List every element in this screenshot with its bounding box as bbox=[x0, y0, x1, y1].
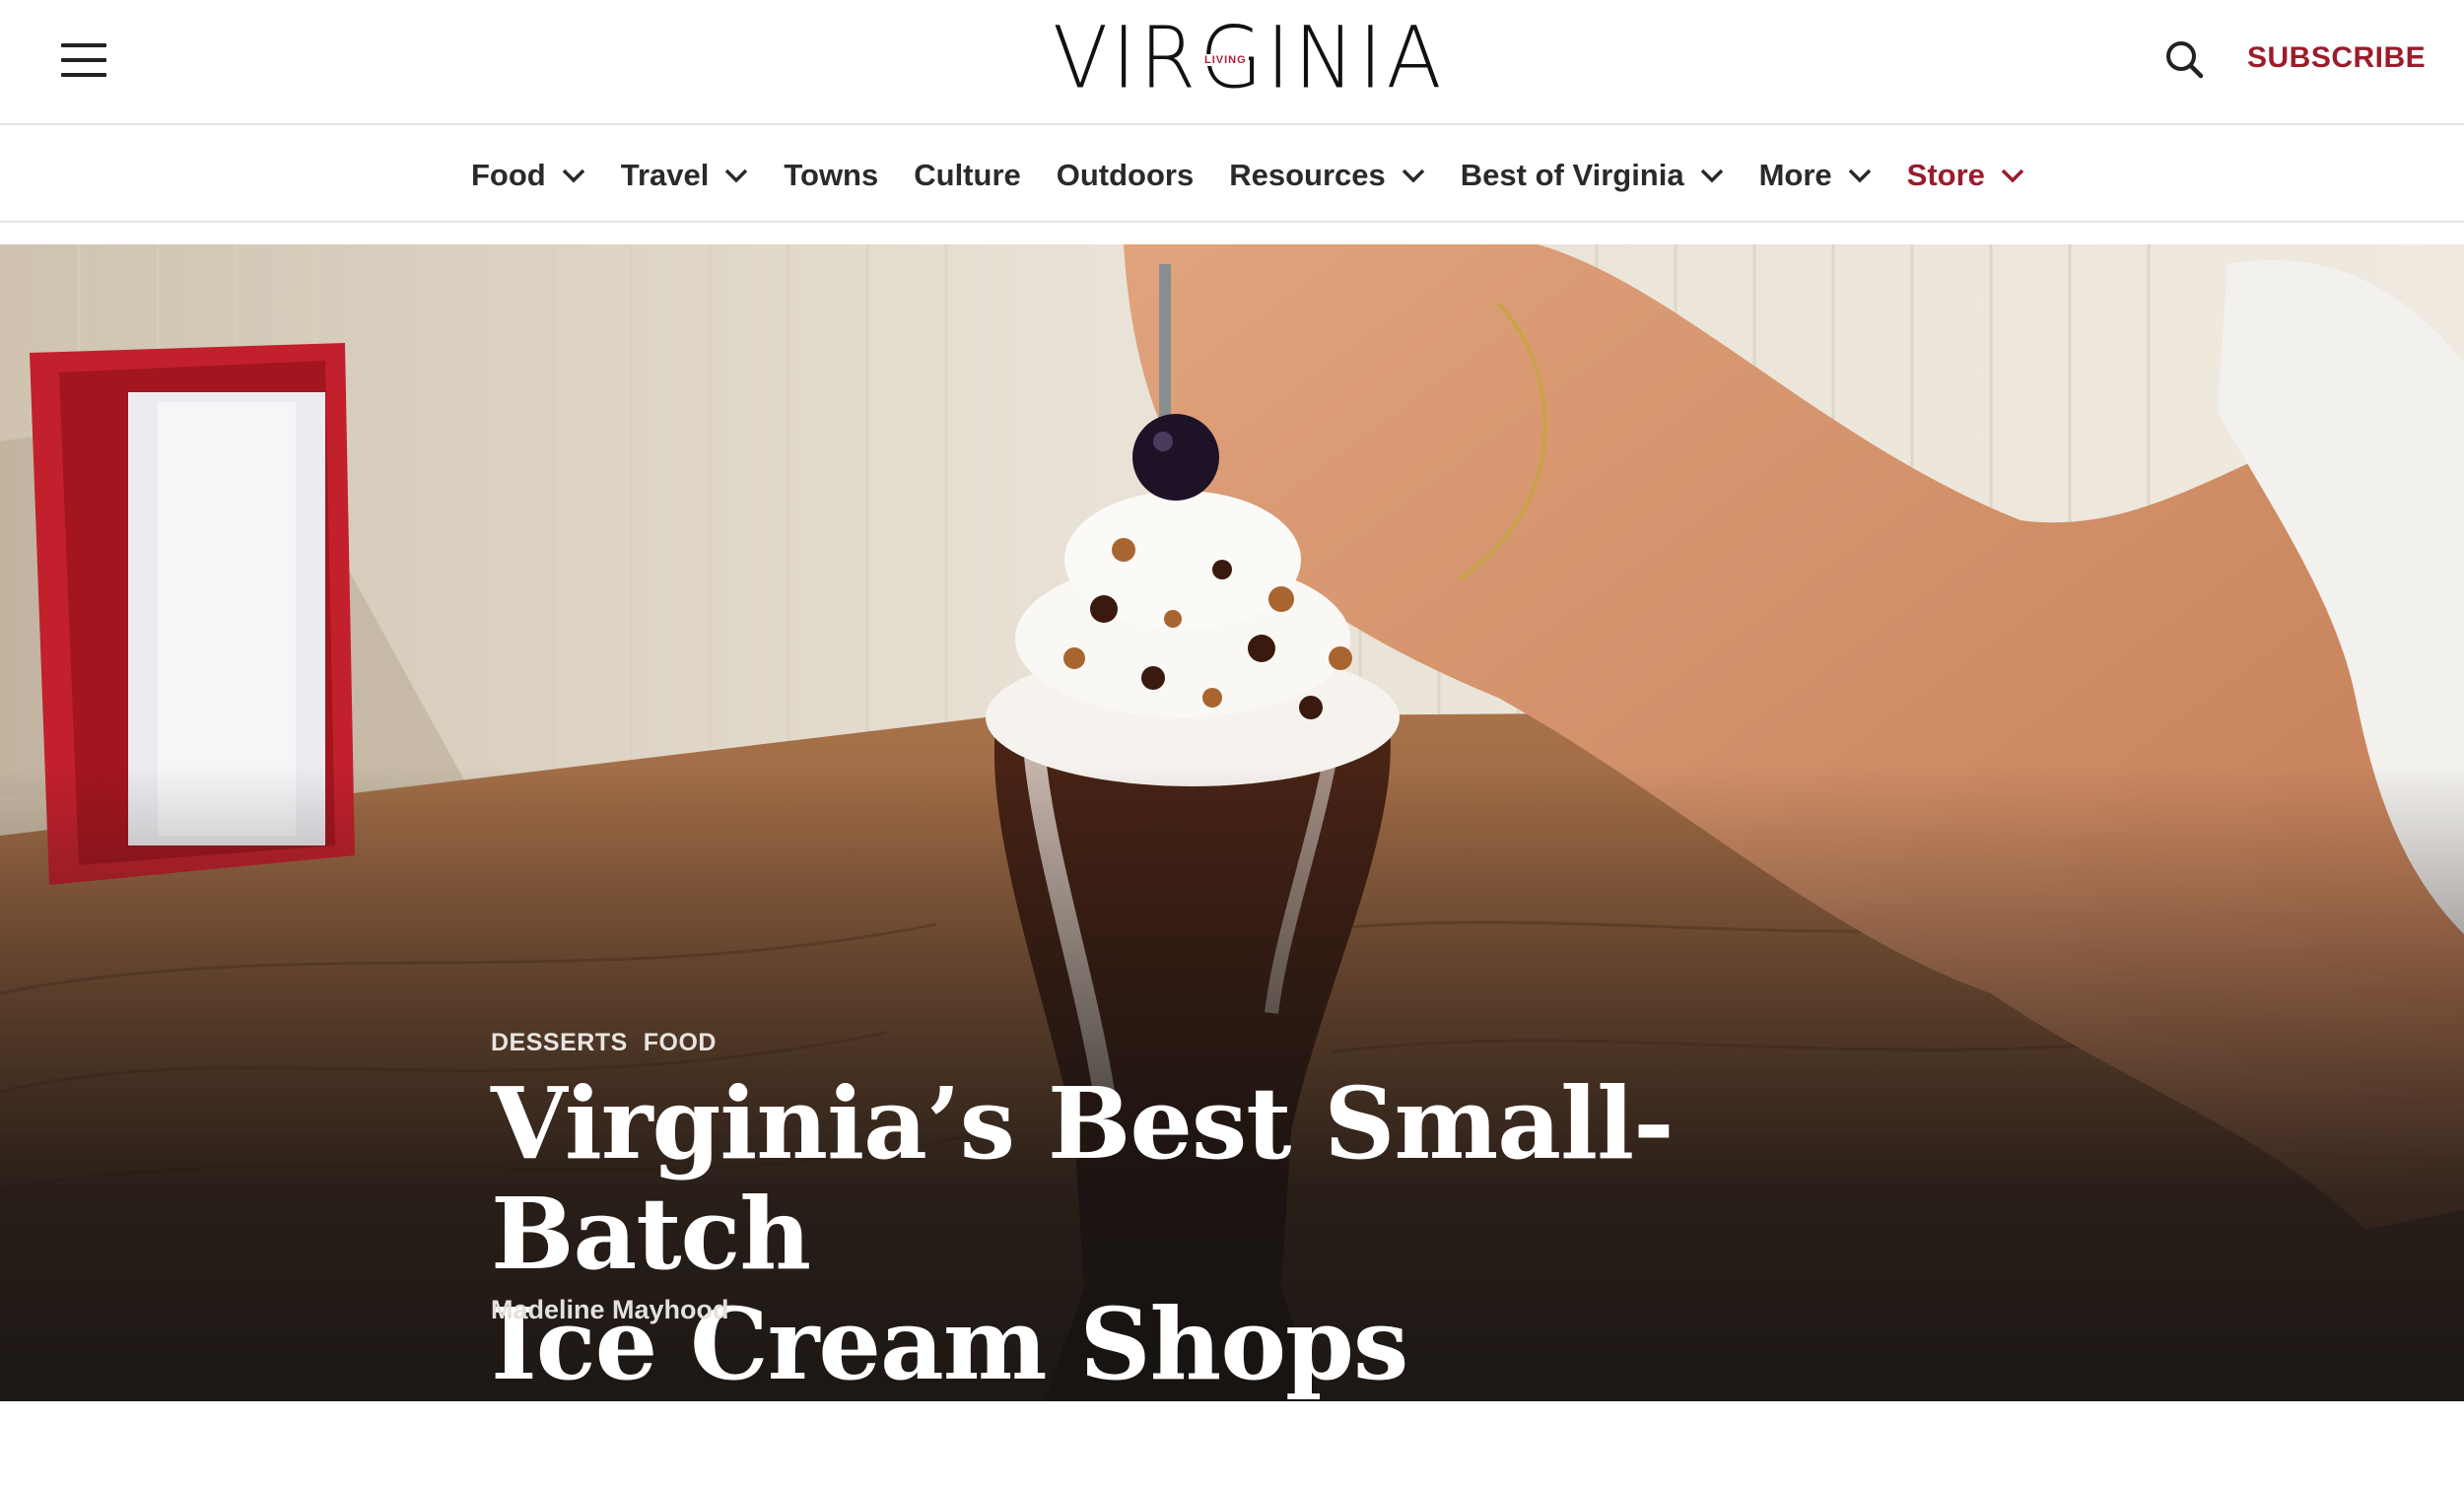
nav-item-best-of-virginia[interactable]: Best of Virginia bbox=[1461, 158, 1724, 193]
nav-item-label: Best of Virginia bbox=[1460, 158, 1684, 192]
nav-item-outdoors[interactable]: Outdoors bbox=[1057, 158, 1195, 193]
nav-item-resources[interactable]: Resources bbox=[1229, 158, 1425, 193]
nav-item-culture[interactable]: Culture bbox=[914, 158, 1021, 193]
nav-item-label: Resources bbox=[1229, 158, 1386, 192]
nav-item-towns[interactable]: Towns bbox=[784, 158, 878, 193]
category-link-desserts[interactable]: DESSERTS bbox=[491, 1029, 628, 1057]
article-hero: DESSERTS FOOD Virginia’s Best Small-Batc… bbox=[0, 244, 2464, 1401]
article-author[interactable]: Madeline Mayhood bbox=[491, 1295, 729, 1325]
nav-item-label: Culture bbox=[914, 158, 1021, 192]
nav-item-label: Outdoors bbox=[1056, 158, 1195, 192]
nav-item-more[interactable]: More bbox=[1759, 158, 1872, 193]
nav-item-label: Towns bbox=[784, 158, 879, 192]
chevron-down-icon bbox=[1848, 169, 1871, 183]
nav-list: Food Travel Towns Culture Outdoors Resou… bbox=[471, 154, 2060, 197]
chevron-down-icon bbox=[1402, 169, 1425, 183]
nav-item-travel[interactable]: Travel bbox=[621, 158, 749, 193]
article-categories: DESSERTS FOOD bbox=[491, 1029, 717, 1057]
article-title-line-1: Virginia’s Best Small-Batch bbox=[491, 1065, 1675, 1292]
chevron-down-icon bbox=[562, 169, 584, 183]
nav-item-label: More bbox=[1758, 158, 1832, 192]
nav-item-food[interactable]: Food bbox=[471, 158, 585, 193]
subscribe-link[interactable]: SUBSCRIBE bbox=[2247, 41, 2426, 75]
site-header: VIRGINIA LIVING SUBSCRIBE bbox=[0, 0, 2464, 125]
article-title: Virginia’s Best Small-Batch Ice Cream Sh… bbox=[491, 1068, 1871, 1399]
logo-tagline: LIVING bbox=[1202, 54, 1249, 66]
main-nav: Food Travel Towns Culture Outdoors Resou… bbox=[0, 126, 2464, 223]
site-logo[interactable]: VIRGINIA LIVING bbox=[1053, 15, 1442, 101]
chevron-down-icon bbox=[725, 169, 748, 183]
chevron-down-icon bbox=[2001, 169, 2024, 183]
nav-item-store[interactable]: Store bbox=[1907, 158, 2024, 193]
search-icon[interactable] bbox=[2164, 39, 2204, 79]
nav-item-label: Travel bbox=[620, 158, 710, 192]
hamburger-menu-icon[interactable] bbox=[61, 43, 106, 77]
category-link-food[interactable]: FOOD bbox=[644, 1029, 717, 1057]
nav-item-label: Food bbox=[471, 158, 546, 192]
nav-item-label: Store bbox=[1906, 158, 1985, 192]
chevron-down-icon bbox=[1700, 169, 1723, 183]
